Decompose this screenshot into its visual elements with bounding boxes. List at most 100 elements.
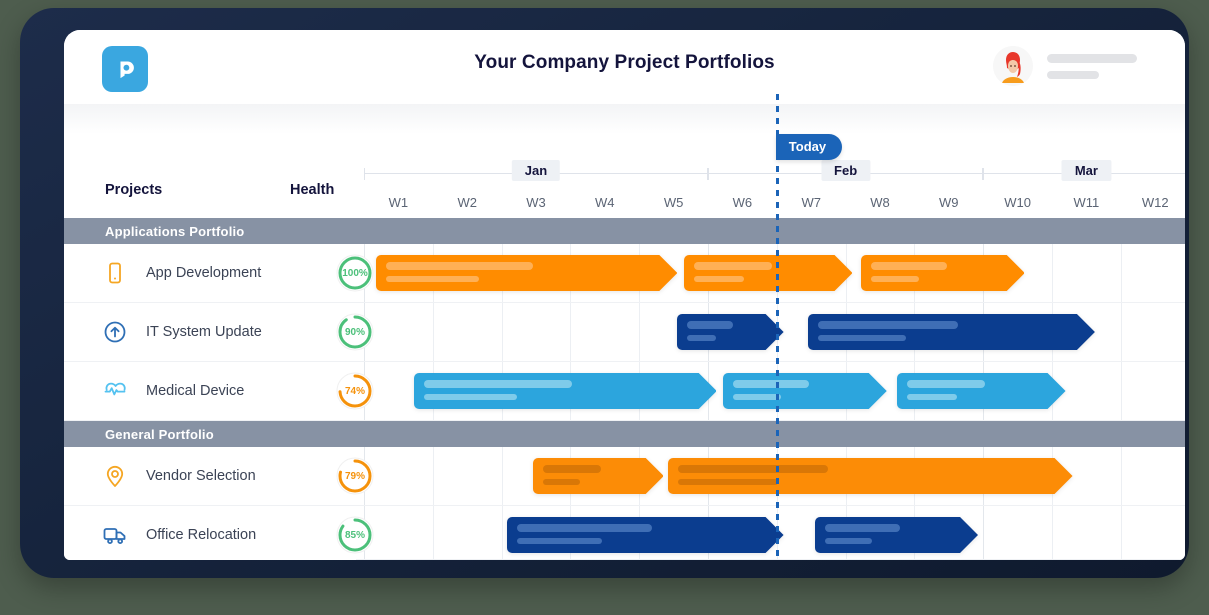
user-info[interactable] bbox=[993, 46, 1137, 86]
project-icon-wrap bbox=[102, 522, 128, 548]
gantt-bar-line-secondary bbox=[693, 276, 744, 282]
bottom-divider bbox=[356, 559, 1185, 560]
header-projects: Projects bbox=[105, 182, 163, 198]
gantt-bar[interactable] bbox=[860, 255, 1025, 291]
project-row[interactable]: App Development 100% bbox=[64, 244, 374, 303]
gantt-row bbox=[356, 244, 1185, 303]
gantt-bar[interactable] bbox=[807, 314, 1095, 350]
health-indicator[interactable]: 100% bbox=[336, 254, 374, 292]
project-name: Office Relocation bbox=[146, 527, 257, 543]
gantt-bar-line-primary bbox=[517, 524, 652, 532]
gantt-bar-line-primary bbox=[693, 262, 773, 270]
project-row[interactable]: Office Relocation 85% bbox=[64, 506, 374, 560]
week-header-w10[interactable]: W10 bbox=[983, 190, 1052, 218]
week-header-w9[interactable]: W9 bbox=[914, 190, 983, 218]
gantt-bar-line-primary bbox=[385, 262, 534, 270]
week-header-w2[interactable]: W2 bbox=[433, 190, 502, 218]
gantt-bar-line-secondary bbox=[870, 276, 919, 282]
gantt-bar[interactable] bbox=[413, 373, 717, 409]
timeline-grid: Jan Feb Mar W1 W2 W3 W4 W5 W6 W7 W8 W9 W10 W11 W12 bbox=[356, 94, 1185, 560]
health-indicator[interactable]: 79% bbox=[336, 457, 374, 495]
gantt-bar-line-secondary bbox=[423, 394, 518, 400]
gantt-bar-line-primary bbox=[870, 262, 947, 270]
month-feb: Feb bbox=[708, 160, 984, 186]
month-label: Jan bbox=[511, 160, 561, 181]
gantt-bar[interactable] bbox=[814, 517, 978, 553]
gantt-row bbox=[356, 303, 1185, 362]
user-role-placeholder bbox=[1047, 70, 1099, 79]
gantt-bar-line-secondary bbox=[678, 479, 779, 485]
project-row[interactable]: IT System Update 90% bbox=[64, 303, 374, 362]
gantt-bar-shape bbox=[413, 373, 717, 409]
portfolio-group-header[interactable]: Applications Portfolio bbox=[64, 218, 356, 244]
gantt-bar[interactable] bbox=[723, 373, 887, 409]
gantt-bar[interactable] bbox=[507, 517, 784, 553]
gantt-bar-shape bbox=[507, 517, 784, 553]
portfolio-group-header[interactable]: General Portfolio bbox=[64, 421, 356, 447]
gantt-bar[interactable] bbox=[532, 458, 664, 494]
gantt-bar-line-secondary bbox=[907, 394, 957, 400]
project-row[interactable]: Medical Device 74% bbox=[64, 362, 374, 421]
gantt-bar[interactable] bbox=[683, 255, 853, 291]
gantt-bar-line-primary bbox=[733, 380, 809, 388]
week-header-w7[interactable]: W7 bbox=[777, 190, 846, 218]
heartbeat-icon bbox=[104, 382, 126, 396]
gantt-bar-line-primary bbox=[817, 321, 958, 329]
health-indicator[interactable]: 90% bbox=[336, 313, 374, 351]
month-cap-left bbox=[983, 168, 985, 180]
gantt-bar-line-primary bbox=[542, 465, 602, 473]
header-divider bbox=[64, 104, 1185, 134]
project-name: IT System Update bbox=[146, 324, 262, 340]
app-header: Your Company Project Portfolios bbox=[64, 30, 1185, 104]
week-header-w5[interactable]: W5 bbox=[639, 190, 708, 218]
avatar[interactable] bbox=[993, 46, 1033, 86]
gantt-bar-shape bbox=[897, 373, 1066, 409]
week-header-w1[interactable]: W1 bbox=[364, 190, 433, 218]
arrow-up-circle-icon bbox=[104, 321, 126, 343]
gantt-row bbox=[356, 506, 1185, 560]
health-indicator[interactable]: 85% bbox=[336, 516, 374, 554]
health-value: 90% bbox=[344, 326, 365, 338]
week-band: W1 W2 W3 W4 W5 W6 W7 W8 W9 W10 W11 W12 bbox=[356, 190, 1185, 218]
projects-column: Projects Health Applications Portfolio Ap… bbox=[64, 134, 374, 560]
health-value: 79% bbox=[344, 470, 365, 482]
project-icon-wrap bbox=[102, 319, 128, 345]
project-row[interactable]: Vendor Selection 79% bbox=[64, 447, 374, 506]
today-badge[interactable]: Today bbox=[775, 134, 843, 160]
truck-icon bbox=[103, 528, 126, 545]
gantt-chart: Projects Health Applications Portfolio Ap… bbox=[64, 94, 1185, 560]
week-header-w8[interactable]: W8 bbox=[846, 190, 915, 218]
portfolio-group-band bbox=[356, 218, 1185, 244]
week-header-w11[interactable]: W11 bbox=[1052, 190, 1121, 218]
gantt-bar[interactable] bbox=[897, 373, 1066, 409]
user-name-placeholder bbox=[1047, 53, 1137, 63]
project-icon-wrap bbox=[102, 378, 128, 404]
week-header-w3[interactable]: W3 bbox=[502, 190, 571, 218]
gantt-bar[interactable] bbox=[375, 255, 678, 291]
portfolio-group-label: Applications Portfolio bbox=[105, 223, 245, 239]
gantt-bar-shape bbox=[807, 314, 1095, 350]
gantt-bar[interactable] bbox=[677, 314, 784, 350]
gantt-bar-shape bbox=[375, 255, 678, 291]
week-header-w12[interactable]: W12 bbox=[1121, 190, 1185, 218]
month-band: Jan Feb Mar bbox=[356, 160, 1185, 188]
week-header-w6[interactable]: W6 bbox=[708, 190, 777, 218]
health-indicator[interactable]: 74% bbox=[336, 372, 374, 410]
gantt-bar-shape bbox=[677, 314, 784, 350]
today-marker-line bbox=[775, 94, 779, 560]
health-value: 100% bbox=[342, 267, 368, 279]
screenshot-stage: Your Company Project Portfolios Projects… bbox=[0, 0, 1209, 615]
month-cap-left bbox=[708, 168, 709, 180]
project-name: Vendor Selection bbox=[146, 468, 256, 484]
column-headers: Projects Health bbox=[64, 172, 356, 218]
portfolio-group-label: General Portfolio bbox=[105, 426, 214, 442]
project-rows: Applications Portfolio App Development 100… bbox=[64, 218, 374, 560]
gantt-bar-line-primary bbox=[687, 321, 734, 329]
gantt-bar-rows bbox=[356, 218, 1185, 560]
week-header-w4[interactable]: W4 bbox=[570, 190, 639, 218]
health-value: 74% bbox=[344, 385, 365, 397]
gantt-bar[interactable] bbox=[668, 458, 1073, 494]
map-pin-icon bbox=[106, 465, 124, 487]
gantt-row bbox=[356, 362, 1185, 421]
gantt-bar-line-primary bbox=[907, 380, 986, 388]
